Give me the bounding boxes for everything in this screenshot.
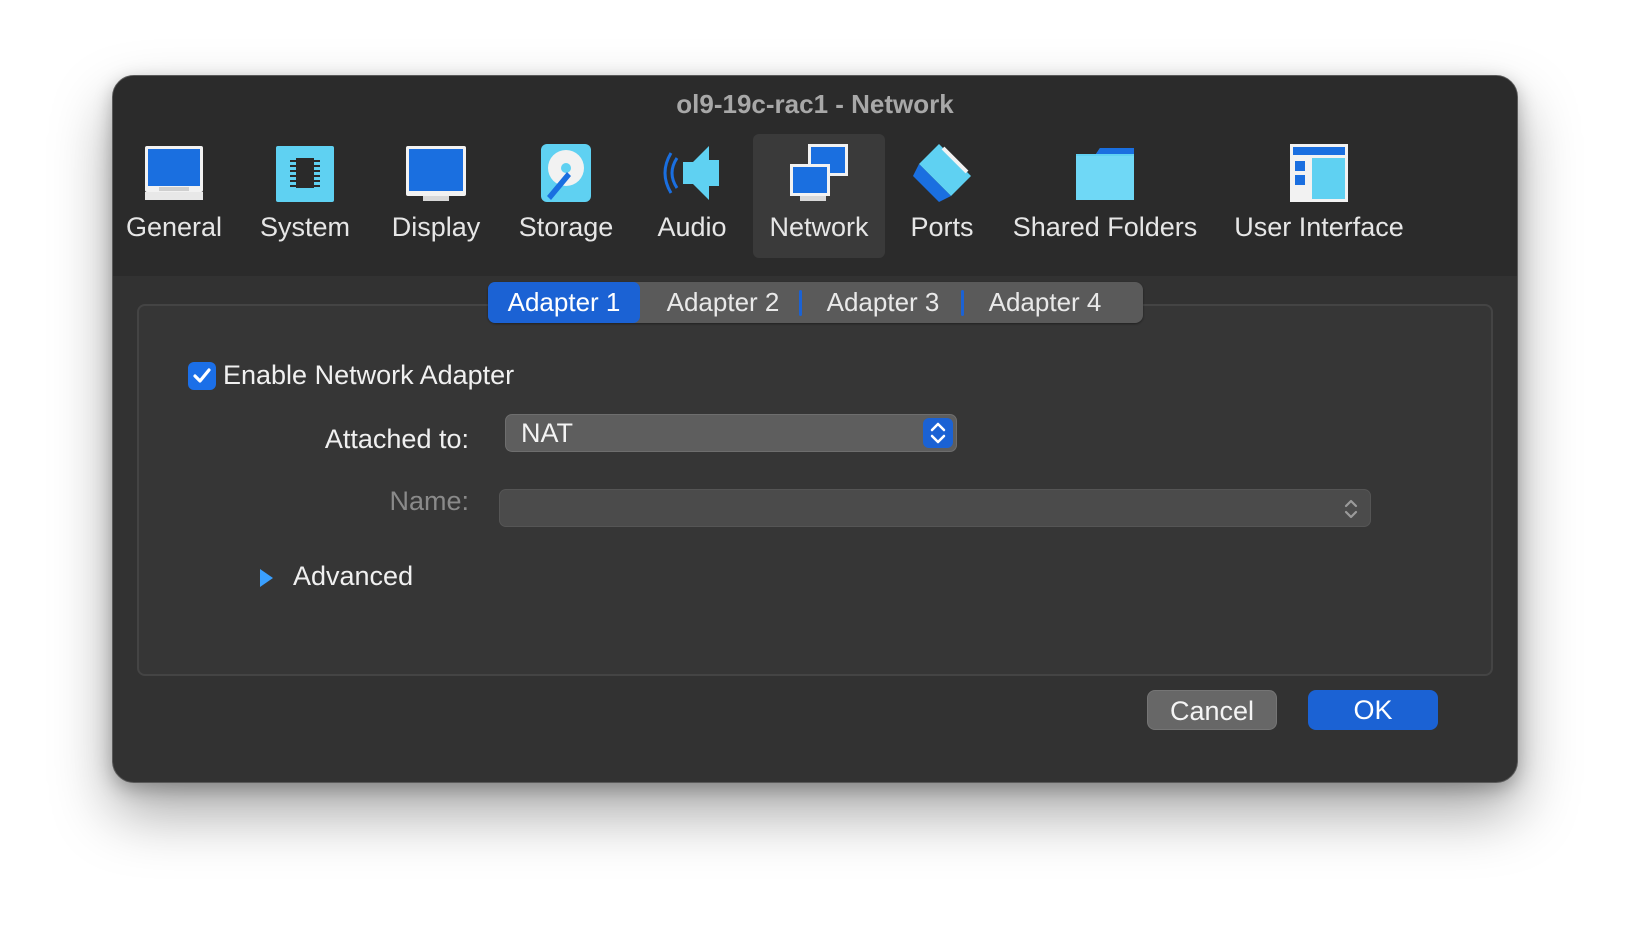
settings-dialog: ol9-19c-rac1 - Network General System Di… (112, 75, 1518, 783)
attached-to-label: Attached to: (324, 424, 469, 454)
enable-network-adapter-checkbox[interactable] (188, 362, 216, 390)
select-arrows-icon (923, 418, 953, 448)
disclosure-triangle-icon[interactable] (256, 566, 276, 590)
system-chip-icon (272, 140, 338, 206)
toolbar-item-network[interactable]: Network (753, 134, 885, 258)
toolbar-label-display: Display (391, 212, 481, 242)
title-bar: ol9-19c-rac1 - Network (113, 76, 1517, 132)
toolbar-item-storage[interactable]: Storage (505, 134, 627, 258)
select-arrows-icon (1340, 495, 1362, 523)
settings-toolbar: General System Display Storage Audio Net… (113, 132, 1517, 276)
checkmark-icon (193, 368, 211, 383)
general-icon (141, 140, 207, 206)
network-icon (786, 140, 852, 206)
storage-disk-icon (533, 140, 599, 206)
toolbar-item-shared-folders[interactable]: Shared Folders (1009, 134, 1201, 258)
tab-adapter-1[interactable]: Adapter 1 (488, 282, 640, 323)
toolbar-label-audio: Audio (657, 212, 727, 242)
window-title: ol9-19c-rac1 - Network (676, 89, 954, 119)
name-label: Name: (389, 486, 469, 516)
toolbar-label-shared-folders: Shared Folders (1012, 212, 1198, 242)
tab-divider (961, 290, 964, 316)
toolbar-label-ports: Ports (910, 212, 974, 242)
toolbar-label-user-interface: User Interface (1234, 212, 1404, 242)
toolbar-item-user-interface[interactable]: User Interface (1221, 134, 1417, 258)
tab-adapter-4[interactable]: Adapter 4 (966, 282, 1124, 323)
tab-adapter-3[interactable]: Adapter 3 (804, 282, 962, 323)
tab-adapter-2[interactable]: Adapter 2 (644, 282, 802, 323)
toolbar-item-audio[interactable]: Audio (637, 134, 747, 258)
toolbar-label-storage: Storage (518, 212, 614, 242)
display-monitor-icon (403, 140, 469, 206)
user-interface-icon (1286, 140, 1352, 206)
adapter-tabs: Adapter 1 Adapter 2 Adapter 3 Adapter 4 (488, 282, 1143, 323)
toolbar-label-system: System (259, 212, 351, 242)
toolbar-item-display[interactable]: Display (377, 134, 495, 258)
folder-icon (1072, 140, 1138, 206)
toolbar-label-network: Network (769, 212, 869, 242)
ports-plug-icon (909, 140, 975, 206)
attached-to-select[interactable]: NAT (505, 414, 957, 452)
name-select (499, 489, 1371, 527)
audio-speaker-icon (659, 140, 725, 206)
cancel-button[interactable]: Cancel (1147, 690, 1277, 730)
enable-network-adapter-label[interactable]: Enable Network Adapter (223, 360, 514, 391)
toolbar-item-general[interactable]: General (115, 134, 233, 258)
attached-to-value: NAT (521, 418, 573, 448)
toolbar-item-ports[interactable]: Ports (891, 134, 993, 258)
advanced-label[interactable]: Advanced (293, 561, 413, 592)
tab-divider (799, 290, 802, 316)
toolbar-item-system[interactable]: System (243, 134, 367, 258)
ok-button[interactable]: OK (1308, 690, 1438, 730)
toolbar-label-general: General (125, 212, 223, 242)
